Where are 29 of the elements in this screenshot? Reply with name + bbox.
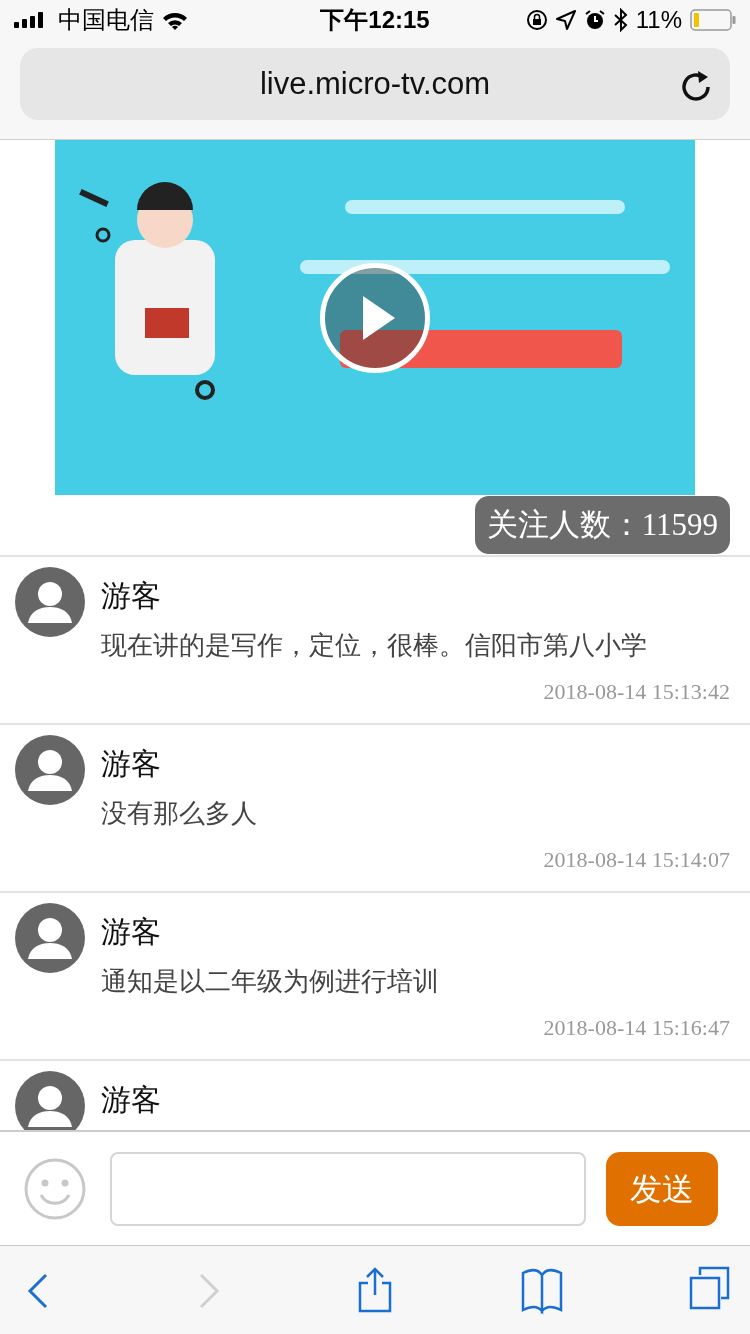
reload-icon[interactable] — [680, 68, 712, 102]
clock-time: 下午12:15 — [320, 6, 430, 33]
address-bar[interactable]: live.micro-tv.com — [20, 48, 730, 120]
timestamp: 2018-08-14 15:14:07 — [543, 847, 730, 872]
follower-count-badge: 关注人数：11599 — [474, 495, 730, 555]
message-text: 通知是以二年级为例进行培训 — [101, 965, 440, 998]
message-text: 没有那么多人 — [101, 797, 258, 830]
battery-percent: 11% — [635, 5, 682, 35]
wifi-icon — [162, 10, 188, 30]
user-name: 游客 — [101, 746, 162, 782]
bluetooth-icon — [613, 8, 628, 32]
timestamp: 2018-08-14 15:16:47 — [543, 1015, 730, 1040]
timestamp: 2018-08-14 15:13:42 — [543, 679, 730, 704]
message-text: 现在讲的是写作，定位，很棒。信阳市第八小学 — [101, 629, 648, 662]
battery-icon — [690, 9, 736, 31]
carrier-name: 中国电信 — [58, 5, 154, 35]
avatar-icon — [15, 903, 85, 973]
avatar-icon — [15, 567, 85, 637]
location-icon — [555, 10, 576, 30]
user-name: 游客 — [101, 578, 162, 614]
user-name: 游客 — [101, 914, 162, 950]
url-text: live.micro-tv.com — [259, 64, 491, 103]
rotation-lock-icon — [525, 9, 548, 31]
message-input[interactable] — [110, 1151, 586, 1226]
alarm-icon — [583, 9, 606, 31]
user-name: 游客 — [101, 1082, 162, 1118]
avatar-icon — [15, 1071, 85, 1130]
play-icon — [363, 296, 395, 340]
avatar-icon — [15, 735, 85, 805]
